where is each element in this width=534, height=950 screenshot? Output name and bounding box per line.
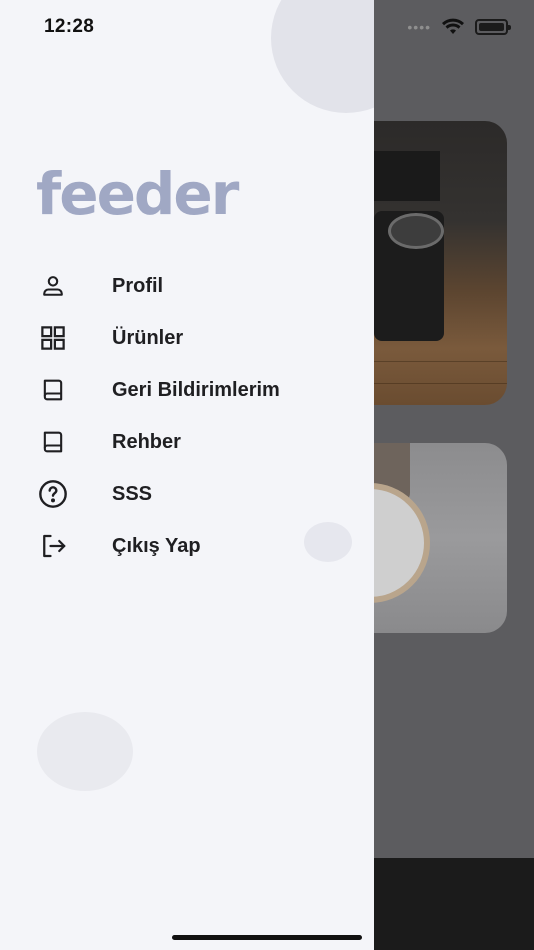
battery-icon	[475, 19, 511, 35]
wifi-icon	[442, 18, 464, 34]
book-icon	[34, 423, 72, 461]
menu-item-rehber[interactable]: Rehber	[34, 416, 364, 468]
logout-icon	[34, 527, 72, 565]
camera-dial	[388, 213, 444, 249]
menu-item-label: Ürünler	[112, 326, 184, 349]
help-circle-icon	[34, 475, 72, 513]
menu-item-geri-bildirimlerim[interactable]: Geri Bildirimlerim	[34, 364, 364, 416]
menu-item-label: Çıkış Yap	[112, 534, 201, 557]
book-icon	[34, 371, 72, 409]
side-drawer: 12:28 feeder Profil Ürünler Geri Bildiri…	[0, 0, 374, 950]
status-time: 12:28	[44, 16, 95, 37]
status-icons: ••••	[407, 18, 511, 36]
menu-item-label: Geri Bildirimlerim	[112, 378, 280, 401]
menu-item-profil[interactable]: Profil	[34, 260, 364, 312]
signal-dots-icon: ••••	[407, 19, 431, 35]
menu-item-sss[interactable]: SSS	[34, 468, 364, 520]
menu-item-cikis-yap[interactable]: Çıkış Yap	[34, 520, 364, 572]
menu-item-label: SSS	[112, 482, 153, 505]
menu-item-label: Rehber	[112, 430, 181, 453]
app-logo: feeder	[36, 160, 239, 228]
menu-item-urunler[interactable]: Ürünler	[34, 312, 364, 364]
drawer-menu: Profil Ürünler Geri Bildirimlerim Rehber…	[34, 260, 364, 572]
camera-lens-top	[370, 151, 440, 201]
decorative-circle	[37, 712, 133, 791]
menu-item-label: Profil	[112, 274, 164, 297]
home-indicator[interactable]	[172, 935, 362, 940]
grid-icon	[34, 319, 72, 357]
person-icon	[34, 267, 72, 305]
decorative-circle	[271, 0, 374, 113]
